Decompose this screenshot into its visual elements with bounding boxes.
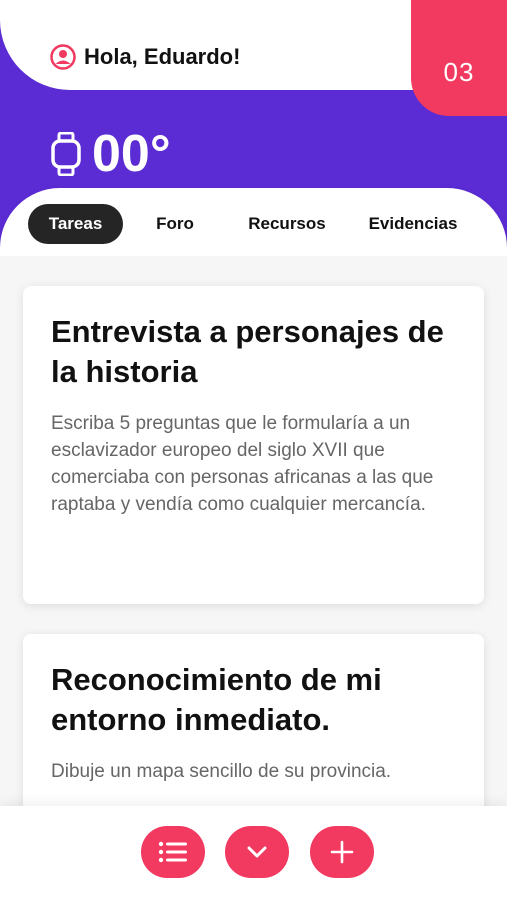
- chevron-down-icon: [246, 845, 268, 859]
- task-description: Escriba 5 preguntas que le formularía a …: [51, 413, 434, 515]
- task-title: Reconocimiento de mi entorno inmediato.: [51, 662, 382, 737]
- notification-count-badge[interactable]: 03: [411, 28, 507, 116]
- plus-icon: [330, 840, 354, 864]
- tab-evidencias[interactable]: Evidencias: [358, 204, 468, 244]
- badge-count: 03: [443, 56, 475, 87]
- tabs-bar: Tareas Foro Recursos Evidencias: [0, 188, 507, 256]
- task-card[interactable]: Entrevista a personajes de la historia E…: [23, 286, 484, 604]
- task-title: Entrevista a personajes de la historia: [51, 314, 444, 389]
- temperature-value: 00°: [92, 125, 171, 183]
- user-circle-icon[interactable]: [50, 44, 76, 70]
- tab-label: Foro: [156, 214, 194, 233]
- tab-label: Evidencias: [368, 214, 458, 233]
- tab-recursos[interactable]: Recursos: [232, 204, 342, 244]
- list-button[interactable]: [141, 826, 205, 878]
- collapse-button[interactable]: [225, 826, 289, 878]
- greeting: Hola, Eduardo!: [50, 44, 240, 70]
- task-card[interactable]: Reconocimiento de mi entorno inmediato. …: [23, 634, 484, 814]
- greeting-text: Hola, Eduardo!: [84, 44, 241, 69]
- smartwatch-icon: [50, 131, 82, 177]
- list-icon: [158, 841, 188, 863]
- tab-tareas[interactable]: Tareas: [28, 204, 123, 244]
- tab-label: Tareas: [48, 214, 103, 233]
- add-task-button[interactable]: [310, 826, 374, 878]
- tab-foro[interactable]: Foro: [140, 204, 210, 244]
- temperature-readout: 00°: [50, 128, 171, 180]
- tab-label: Recursos: [248, 214, 326, 233]
- task-description: Dibuje un mapa sencillo de su provincia.: [51, 761, 392, 782]
- badge-top-strip: [411, 0, 507, 28]
